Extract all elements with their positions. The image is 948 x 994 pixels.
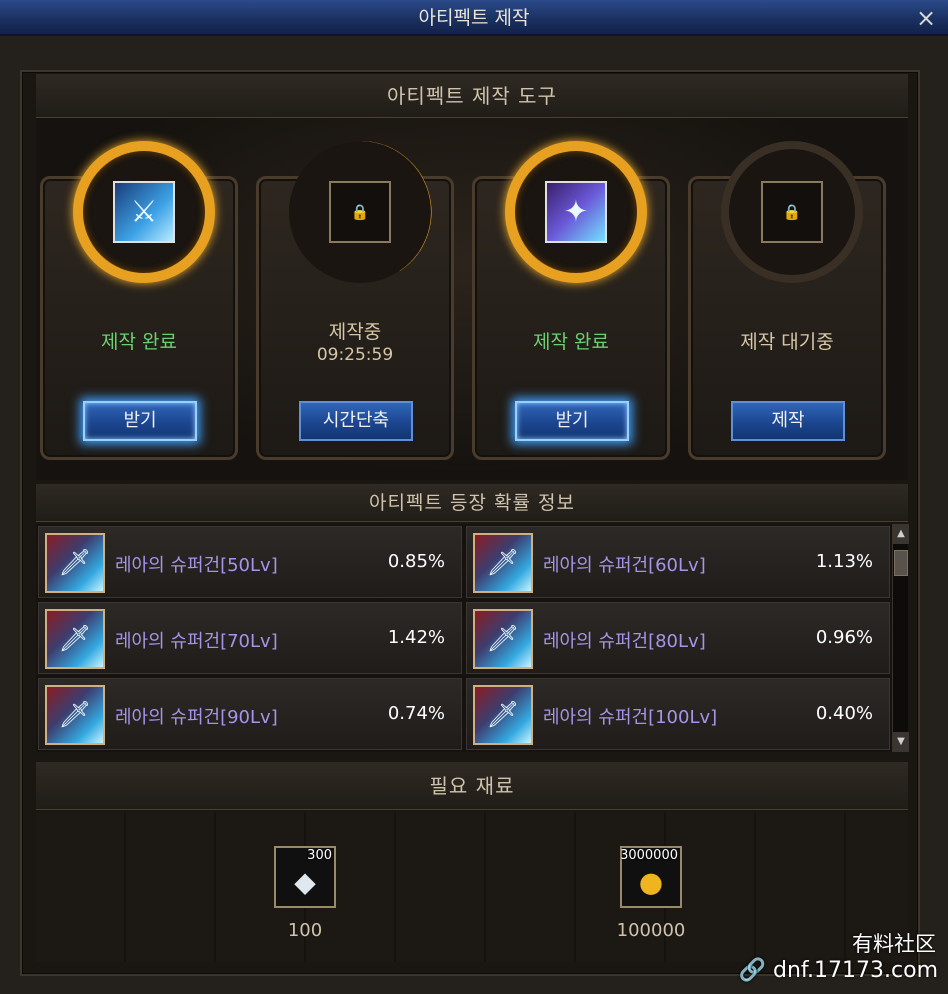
- craft-timer: 09:25:59: [316, 345, 394, 365]
- slot-status: 제작 대기중: [740, 331, 834, 353]
- item-name: 레아의 슈퍼건[60Lv]: [543, 555, 706, 576]
- list-item[interactable]: 🗡 레아의 슈퍼건[80Lv] 0.96%: [466, 602, 890, 674]
- item-probability: 1.13%: [815, 551, 873, 572]
- superGun-icon: 🗡: [473, 609, 533, 669]
- shorten-time-button[interactable]: 시간단축: [299, 401, 413, 441]
- craft-slot-3: ✦ 제작 완료 받기: [472, 141, 670, 460]
- material-amount: 100: [287, 920, 323, 941]
- receive-button[interactable]: 받기: [515, 401, 629, 441]
- superGun-icon: 🗡: [45, 609, 105, 669]
- superGun-icon: 🗡: [45, 685, 105, 745]
- crystal-icon[interactable]: 300 ◆: [274, 846, 336, 908]
- gold-coins-icon[interactable]: 3000000 ●: [620, 846, 682, 908]
- item-name: 레아의 슈퍼건[70Lv]: [115, 631, 278, 652]
- slot-ring: ✦: [505, 141, 647, 283]
- stack-count: 3000000: [620, 848, 678, 863]
- list-item[interactable]: 🗡 레아의 슈퍼건[60Lv] 1.13%: [466, 526, 890, 598]
- item-probability: 0.74%: [387, 703, 445, 724]
- craft-tools-header: 아티펙트 제작 도구: [36, 74, 908, 118]
- slot-status: 제작중: [328, 321, 382, 343]
- sword-icon[interactable]: ⚔: [113, 181, 175, 243]
- close-icon[interactable]: ×: [914, 6, 938, 30]
- item-name: 레아의 슈퍼건[90Lv]: [115, 707, 278, 728]
- lock-icon: 🔒: [350, 203, 370, 221]
- craft-slots-area: ⚔ 제작 완료 받기 🔒 제작중 09:25:59 시간단축 ✦ 제작 완료 받…: [36, 118, 908, 480]
- scrollbar[interactable]: ▲ ▼: [892, 524, 909, 752]
- item-probability: 0.85%: [387, 551, 445, 572]
- artifact-craft-panel: 아티펙트 제작 도구 ⚔ 제작 완료 받기 🔒 제작중 09:25:59 시간단…: [20, 70, 920, 976]
- probability-list: 🗡 레아의 슈퍼건[50Lv] 0.85% 🗡 레아의 슈퍼건[60Lv] 1.…: [36, 524, 909, 752]
- lock-icon-frame: 🔒: [761, 181, 823, 243]
- list-item[interactable]: 🗡 레아의 슈퍼건[70Lv] 1.42%: [38, 602, 462, 674]
- staff-icon[interactable]: ✦: [545, 181, 607, 243]
- superGun-icon: 🗡: [473, 685, 533, 745]
- scroll-up-icon[interactable]: ▲: [893, 524, 909, 544]
- receive-button[interactable]: 받기: [83, 401, 197, 441]
- superGun-icon: 🗡: [473, 533, 533, 593]
- lock-icon-frame: 🔒: [329, 181, 391, 243]
- watermark-url-text: dnf.17173.com: [772, 958, 938, 983]
- craft-button[interactable]: 제작: [731, 401, 845, 441]
- materials-area: 300 ◆ 100 3000000 ● 100000: [36, 812, 908, 962]
- slot-ring: 🔒: [721, 141, 863, 283]
- list-item[interactable]: 🗡 레아의 슈퍼건[90Lv] 0.74%: [38, 678, 462, 750]
- craft-slot-1: ⚔ 제작 완료 받기: [40, 141, 238, 460]
- materials-header: 필요 재료: [36, 762, 908, 810]
- lock-icon: 🔒: [782, 203, 802, 221]
- item-probability: 1.42%: [387, 627, 445, 648]
- item-name: 레아의 슈퍼건[50Lv]: [115, 555, 278, 576]
- superGun-icon: 🗡: [45, 533, 105, 593]
- window-body: 아티펙트 제작 도구 ⚔ 제작 완료 받기 🔒 제작중 09:25:59 시간단…: [0, 36, 948, 994]
- stack-count: 300: [307, 848, 332, 863]
- list-item[interactable]: 🗡 레아의 슈퍼건[50Lv] 0.85%: [38, 526, 462, 598]
- watermark: 有料社区: [852, 932, 936, 956]
- list-item[interactable]: 🗡 레아의 슈퍼건[100Lv] 0.40%: [466, 678, 890, 750]
- slot-ring: 🔒: [289, 141, 431, 283]
- item-name: 레아의 슈퍼건[100Lv]: [543, 707, 718, 728]
- probability-header: 아티펙트 등장 확률 정보: [36, 484, 908, 522]
- watermark-url: 🔗 dnf.17173.com: [738, 958, 938, 983]
- scroll-down-icon[interactable]: ▼: [893, 732, 909, 752]
- item-probability: 0.96%: [815, 627, 873, 648]
- craft-slot-2: 🔒 제작중 09:25:59 시간단축: [256, 140, 454, 460]
- scroll-thumb[interactable]: [894, 550, 908, 576]
- slot-status: 제작 완료: [533, 331, 609, 353]
- craft-slot-4: 🔒 제작 대기중 제작: [688, 141, 886, 460]
- item-probability: 0.40%: [815, 703, 873, 724]
- material-amount: 100000: [616, 920, 686, 941]
- slot-ring: ⚔: [73, 141, 215, 283]
- window-title: 아티펙트 제작: [418, 7, 530, 29]
- item-name: 레아의 슈퍼건[80Lv]: [543, 631, 706, 652]
- window-titlebar: 아티펙트 제작 ×: [0, 0, 948, 36]
- slot-status: 제작 완료: [101, 331, 177, 353]
